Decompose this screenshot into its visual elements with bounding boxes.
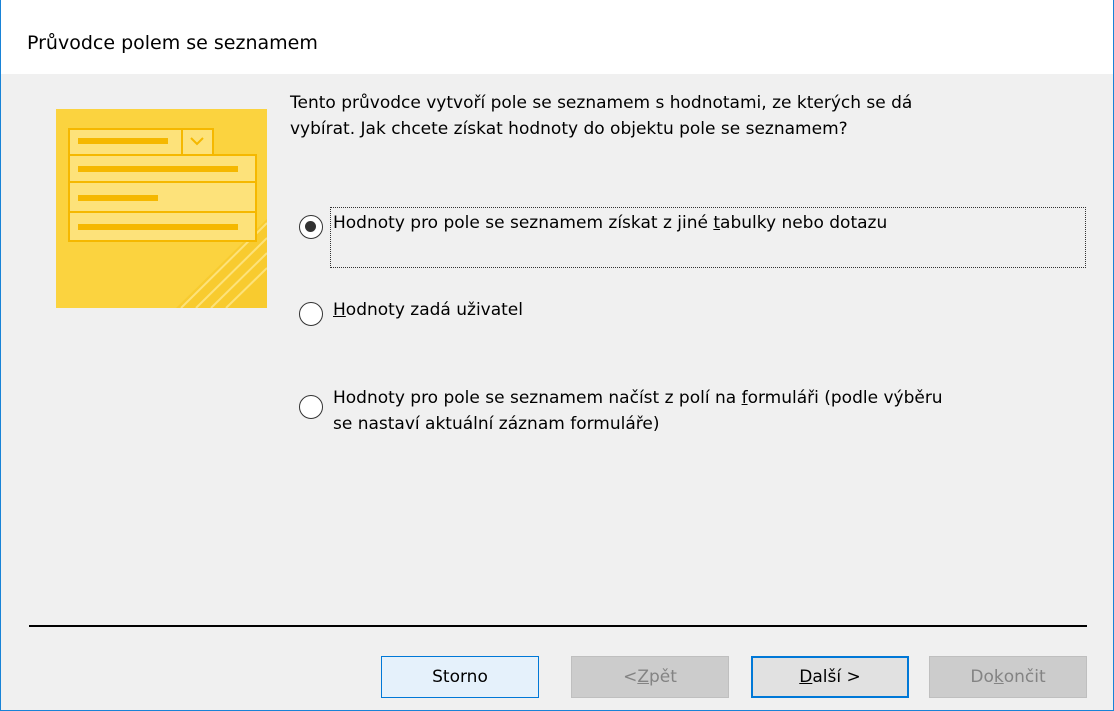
button-text-part: Do <box>970 667 994 687</box>
button-text-part: < <box>623 667 638 687</box>
option-access-key: H <box>333 300 346 320</box>
prompt-line-2: vybírat. Jak chcete získat hodnoty do ob… <box>290 119 848 139</box>
option-text-line-2: se nastaví aktuální záznam formuláře) <box>333 414 660 434</box>
option-label-user-entered: Hodnoty zadá uživatel <box>333 297 523 323</box>
next-button[interactable]: Další > <box>751 656 909 698</box>
combo-box-illustration-icon <box>56 109 268 309</box>
button-access-key: k <box>993 667 1004 687</box>
button-text-part: pět <box>648 667 677 687</box>
dialog-title: Průvodce polem se seznamem <box>27 32 318 54</box>
radio-option-user-entered[interactable]: Hodnoty zadá uživatel <box>299 297 599 327</box>
option-text-part: abulky nebo dotazu <box>720 213 888 233</box>
option-text-part: ormuláři (podle výběru <box>747 388 943 408</box>
option-label-from-table: Hodnoty pro pole se seznamem získat z ji… <box>333 210 887 236</box>
footer-separator <box>29 625 1087 627</box>
option-label-from-form: Hodnoty pro pole se seznamem načíst z po… <box>333 385 943 437</box>
finish-button[interactable]: Do k ončit <box>929 656 1087 698</box>
radio-option-from-table[interactable]: Hodnoty pro pole se seznamem získat z ji… <box>299 210 1079 240</box>
button-access-key: Z <box>637 667 649 687</box>
cancel-button[interactable]: Storno <box>381 656 539 698</box>
radio-button-checked[interactable] <box>299 215 323 239</box>
radio-button[interactable] <box>299 395 323 419</box>
option-text-part: Hodnoty pro pole se seznamem získat z ji… <box>333 213 714 233</box>
title-bar: Průvodce polem se seznamem <box>1 0 1113 74</box>
button-access-key: D <box>799 667 813 687</box>
option-text-part: odnoty zadá uživatel <box>345 300 523 320</box>
back-button[interactable]: < Zpět <box>571 656 729 698</box>
radio-option-from-form[interactable]: Hodnoty pro pole se seznamem načíst z po… <box>299 385 1079 441</box>
wizard-prompt: Tento průvodce vytvoří pole se seznamem … <box>290 90 1090 142</box>
button-text-part: alší > <box>812 667 861 687</box>
wizard-dialog: Průvodce polem se seznamem Tento průvodc <box>0 0 1114 711</box>
radio-button[interactable] <box>299 302 323 326</box>
button-text-part: ončit <box>1003 667 1046 687</box>
option-text-part: Hodnoty pro pole se seznamem načíst z po… <box>333 388 742 408</box>
prompt-line-1: Tento průvodce vytvoří pole se seznamem … <box>290 93 913 113</box>
